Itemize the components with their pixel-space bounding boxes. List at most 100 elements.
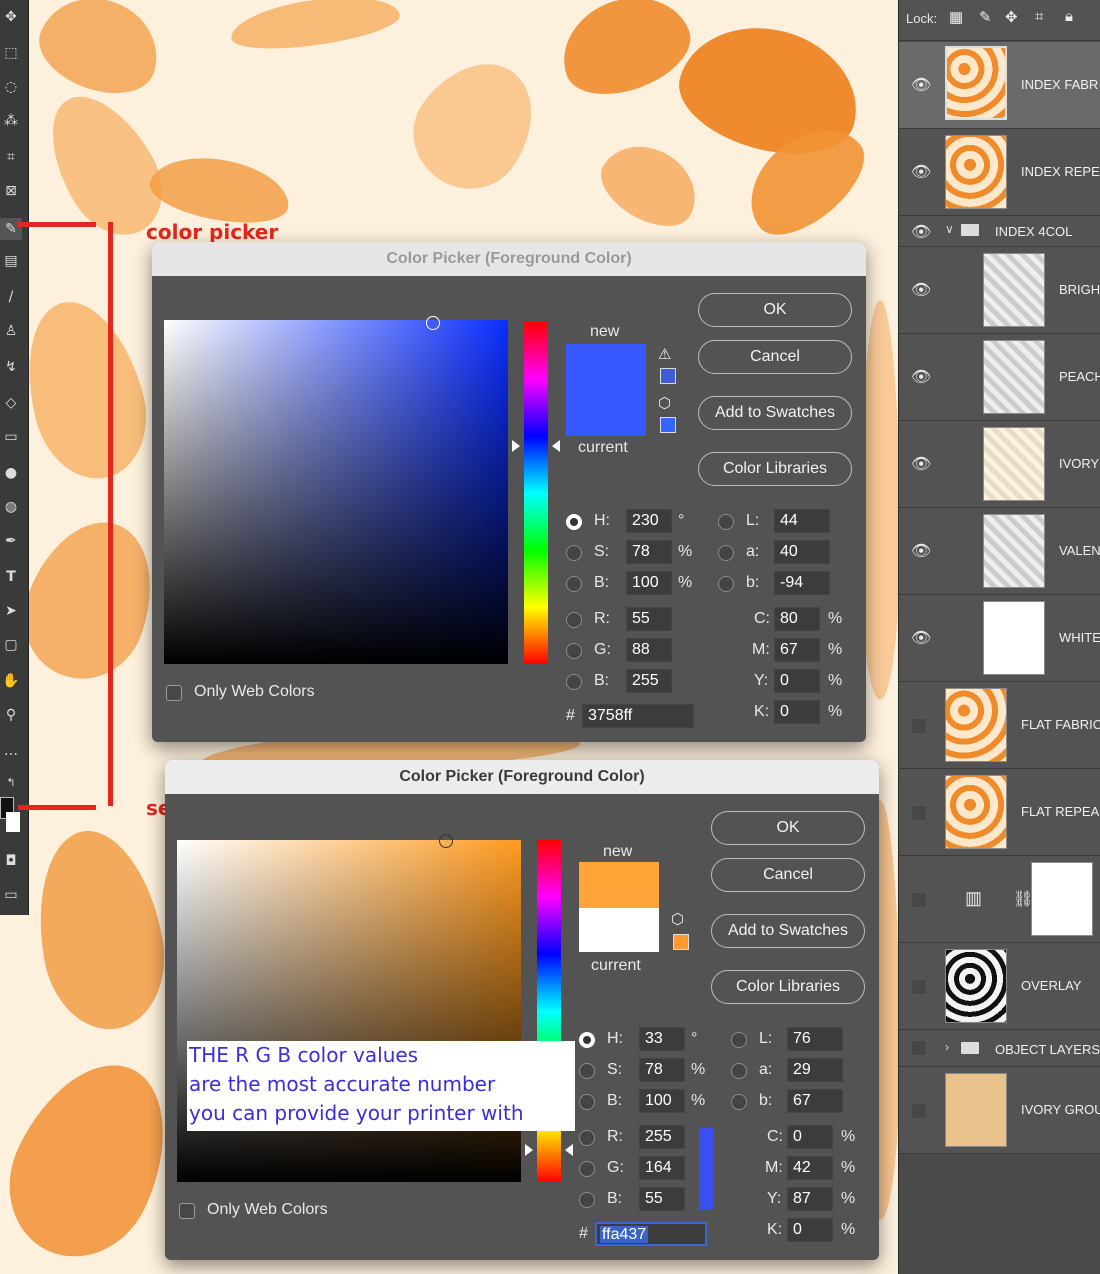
layer-row[interactable]: 👁︎ INDEX FABR [899,42,1100,129]
history-brush-tool-icon[interactable]: ↯ [0,356,22,378]
marquee-tool-icon[interactable]: ⬚ [0,42,22,64]
background-color-swatch[interactable] [6,812,20,832]
visibility-eye-icon[interactable]: 👁︎ [911,75,931,95]
layer-row[interactable]: IVORY GROU [899,1067,1100,1154]
field-h[interactable]: 230 [626,509,672,533]
layer-row[interactable]: 👁︎ WHITE [899,595,1100,682]
field-k[interactable]: 0 [774,700,820,724]
hex-field[interactable]: ffa437 [595,1222,707,1246]
chevron-down-icon[interactable]: ∨ [945,222,954,236]
radio-blue[interactable] [566,674,582,690]
gamut-color-swatch[interactable] [660,368,676,384]
gamut-warning-icon[interactable]: ⚠ [658,345,671,363]
add-to-swatches-button[interactable]: Add to Swatches [698,396,852,430]
radio-l[interactable] [718,514,734,530]
visibility-eye-icon[interactable]: 👁︎ [911,628,931,648]
field-k[interactable]: 0 [787,1218,833,1242]
brush-tool-icon[interactable]: / [0,286,22,308]
hand-tool-icon[interactable]: ✋ [0,670,22,692]
more-tools-icon[interactable]: … [0,740,22,762]
layer-group-row[interactable]: › OBJECT LAYERS [899,1030,1100,1067]
lock-position-icon[interactable]: ✥ [1005,8,1018,26]
layer-group-row[interactable]: 👁︎ ∨ INDEX 4COL [899,216,1100,247]
cancel-button[interactable]: Cancel [711,858,865,892]
adjustment-layer-row[interactable]: ▥ ⛓︎ [899,856,1100,943]
field-l[interactable]: 76 [787,1027,843,1051]
lasso-tool-icon[interactable]: ◌ [0,76,22,98]
layer-row[interactable]: 👁︎ BRIGH [899,247,1100,334]
web-safe-cube-icon[interactable]: ⬡ [671,910,684,928]
visibility-toggle[interactable] [911,1040,927,1056]
field-s[interactable]: 78 [626,540,672,564]
radio-h[interactable] [566,514,582,530]
field-b[interactable]: 100 [626,571,672,595]
field-a[interactable]: 40 [774,540,830,564]
radio-lab-b[interactable] [731,1094,747,1110]
field-a[interactable]: 29 [787,1058,843,1082]
radio-h[interactable] [579,1032,595,1048]
field-y[interactable]: 87 [787,1187,833,1211]
zoom-tool-icon[interactable]: ⚲ [0,704,22,726]
ok-button[interactable]: OK [698,293,852,327]
swap-colors-icon[interactable]: ↰ [0,772,22,794]
radio-a[interactable] [718,545,734,561]
field-b[interactable]: 100 [639,1089,685,1113]
field-m[interactable]: 42 [787,1156,833,1180]
field-l[interactable]: 44 [774,509,830,533]
visibility-toggle[interactable] [911,718,927,734]
healing-brush-tool-icon[interactable]: ▤ [0,250,22,272]
visibility-toggle[interactable] [911,979,927,995]
radio-s[interactable] [566,545,582,561]
radio-lab-b[interactable] [718,576,734,592]
visibility-eye-icon[interactable]: 👁︎ [911,162,931,182]
add-to-swatches-button[interactable]: Add to Swatches [711,914,865,948]
visibility-eye-icon[interactable]: 👁︎ [911,541,931,561]
only-web-colors-checkbox[interactable] [166,685,182,701]
quick-mask-icon[interactable]: ◘ [0,850,22,872]
field-m[interactable]: 67 [774,638,820,662]
field-c[interactable]: 80 [774,607,820,631]
visibility-toggle[interactable] [911,805,927,821]
type-tool-icon[interactable]: T [0,566,22,588]
field-s[interactable]: 78 [639,1058,685,1082]
radio-a[interactable] [731,1063,747,1079]
pen-tool-icon[interactable]: ✒ [0,530,22,552]
lock-artboard-icon[interactable]: ⌗ [1035,8,1043,25]
blur-tool-icon[interactable]: ● [0,462,22,484]
lock-image-icon[interactable]: ✎ [979,8,992,26]
hue-slider[interactable] [524,322,548,664]
cancel-button[interactable]: Cancel [698,340,852,374]
magic-wand-tool-icon[interactable]: ⁂ [0,110,22,132]
gradient-tool-icon[interactable]: ▭ [0,426,22,448]
field-r[interactable]: 55 [626,607,672,631]
visibility-eye-icon[interactable]: 👁︎ [911,222,931,242]
eraser-tool-icon[interactable]: ◇ [0,392,22,414]
field-g[interactable]: 88 [626,638,672,662]
visibility-toggle[interactable] [911,892,927,908]
color-libraries-button[interactable]: Color Libraries [711,970,865,1004]
field-h[interactable]: 33 [639,1027,685,1051]
crop-tool-icon[interactable]: ⌗ [0,146,22,168]
ok-button[interactable]: OK [711,811,865,845]
layer-row[interactable]: 👁︎ PEACH [899,334,1100,421]
web-safe-cube-icon[interactable]: ⬡ [658,394,671,412]
color-field[interactable] [164,320,508,664]
frame-tool-icon[interactable]: ⊠ [0,180,22,202]
visibility-toggle[interactable] [911,1103,927,1119]
radio-b[interactable] [579,1094,595,1110]
radio-b[interactable] [566,576,582,592]
field-g[interactable]: 164 [639,1156,685,1180]
field-lab-b[interactable]: -94 [774,571,830,595]
lock-all-icon[interactable]: 🔒︎ [1065,8,1073,25]
path-selection-tool-icon[interactable]: ➤ [0,600,22,622]
chevron-right-icon[interactable]: › [945,1040,949,1054]
field-r[interactable]: 255 [639,1125,685,1149]
visibility-eye-icon[interactable]: 👁︎ [911,454,931,474]
field-y[interactable]: 0 [774,669,820,693]
layer-row[interactable]: FLAT REPEA [899,769,1100,856]
radio-g[interactable] [579,1161,595,1177]
layer-row[interactable]: OVERLAY [899,943,1100,1030]
layer-row[interactable]: FLAT FABRIC [899,682,1100,769]
field-blue[interactable]: 55 [639,1187,685,1211]
visibility-eye-icon[interactable]: 👁︎ [911,367,931,387]
